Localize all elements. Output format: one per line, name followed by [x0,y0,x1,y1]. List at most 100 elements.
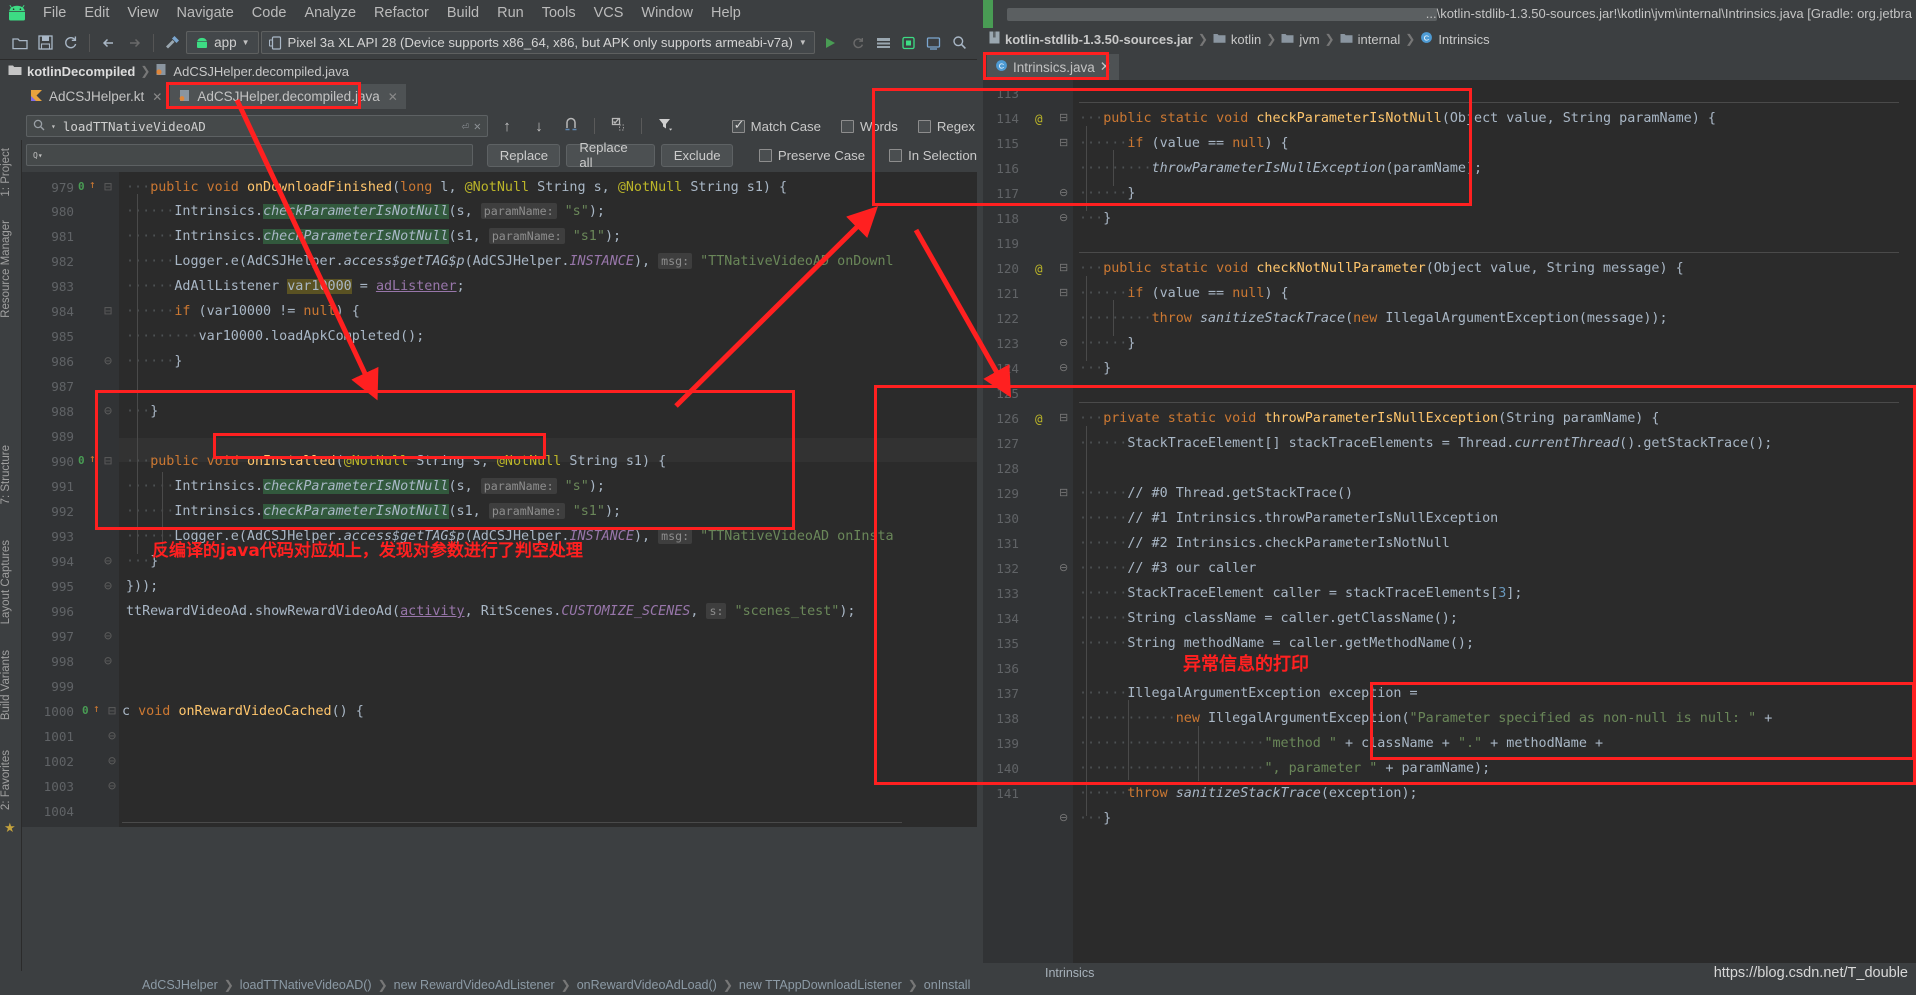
editor-tab-kotlin[interactable]: AdCSJHelper.kt ✕ [22,84,170,109]
fold-collapse-icon[interactable]: ⊟ [104,180,112,195]
chevron-down-icon[interactable]: ▼ [242,38,250,47]
bc-oninstall[interactable]: onInstall [924,978,971,992]
layout-inspector-icon[interactable] [872,31,895,55]
run-marker-icon[interactable]: 0 [78,454,85,467]
rbc-jvm[interactable]: jvm [1299,32,1319,47]
rbc-class[interactable]: Intrinsics [1438,32,1489,47]
replace-all-button[interactable]: Replace all [566,140,656,170]
match-case-option[interactable]: Match Case [731,117,821,134]
menu-analyze[interactable]: Analyze [295,3,365,23]
menu-code[interactable]: Code [243,3,296,23]
menu-help[interactable]: Help [702,3,750,23]
right-code-editor[interactable]: 113 114 @ ⊟ ···public static void checkP… [983,80,1916,980]
menu-edit[interactable]: Edit [75,3,118,23]
replace-input[interactable]: Q▾ [26,144,474,166]
fold-end-icon[interactable]: ⊖ [1059,336,1068,349]
prev-occurrence-icon[interactable]: ↑ [494,118,520,135]
device-chevron-down-icon[interactable]: ▼ [799,38,807,47]
fold-collapse-icon[interactable]: ⊟ [1059,411,1068,424]
menu-run[interactable]: Run [488,3,533,23]
search-input[interactable]: ▾ loadTTNativeVideoAD ⏎ ✕ [26,115,488,137]
replace-history-chevron-icon[interactable]: Q▾ [33,151,43,160]
bc-dl-listener[interactable]: new TTAppDownloadListener [739,978,902,992]
fold-end-icon[interactable]: ⊖ [1059,811,1068,824]
back-arrow-icon[interactable] [97,31,120,55]
run-arrow-icon[interactable]: ↑ [89,452,96,465]
fold-end-icon[interactable]: ⊖ [104,354,112,369]
rbc-jar[interactable]: kotlin-stdlib-1.3.50-sources.jar [1005,32,1193,47]
sdk-manager-icon[interactable] [922,31,945,55]
fold-collapse-icon[interactable]: ⊟ [1059,111,1068,124]
open-folder-icon[interactable] [8,31,31,55]
clear-icon[interactable]: ✕ [474,119,481,133]
replace-button[interactable]: Replace [487,143,561,167]
words-checkbox[interactable] [841,119,854,133]
preserve-case-checkbox[interactable] [758,148,772,162]
open-in-find-window-icon[interactable] [605,116,631,136]
fold-end-icon[interactable]: ⊖ [104,654,112,669]
fold-end-icon[interactable]: ⊖ [1059,186,1068,199]
fold-end-icon[interactable]: ⊖ [1059,211,1068,224]
device-selector[interactable]: Pixel 3a XL API 28 (Device supports x86_… [260,31,815,54]
bc-listener[interactable]: new RewardVideoAdListener [394,978,555,992]
filter-icon[interactable] [652,116,678,136]
close-icon[interactable]: ✕ [152,90,162,104]
forward-arrow-icon[interactable] [122,31,145,55]
next-occurrence-icon[interactable]: ↓ [526,118,552,135]
preserve-case-option[interactable]: Preserve Case [758,148,865,163]
fold-collapse-icon[interactable]: ⊟ [104,454,112,469]
in-selection-option[interactable]: In Selection [889,148,977,163]
run-marker-icon[interactable]: 0 [82,704,89,717]
menu-build[interactable]: Build [438,3,488,23]
bc-onload[interactable]: onRewardVideoAdLoad() [577,978,717,992]
breadcrumb-file[interactable]: AdCSJHelper.decompiled.java [173,64,349,79]
multiline-icon[interactable]: ⏎ [462,119,469,133]
rbc-internal[interactable]: internal [1358,32,1401,47]
fold-collapse-icon[interactable]: ⊟ [1059,486,1068,499]
rerun-icon[interactable] [846,31,869,55]
run-icon[interactable] [819,31,842,55]
fold-end-icon[interactable]: ⊖ [104,554,112,569]
fold-collapse-icon[interactable]: ⊟ [108,704,116,719]
search-history-chevron-icon[interactable]: ▾ [51,122,56,131]
fold-end-icon[interactable]: ⊖ [104,404,112,419]
fold-end-icon[interactable]: ⊖ [1059,561,1068,574]
menu-window[interactable]: Window [632,3,702,23]
fold-collapse-icon[interactable]: ⊟ [1059,136,1068,149]
menu-navigate[interactable]: Navigate [168,3,243,23]
run-arrow-icon[interactable]: ↑ [93,702,100,715]
words-option[interactable]: Words [841,119,898,134]
breadcrumb-module[interactable]: kotlinDecompiled [27,64,135,79]
rbc-kotlin[interactable]: kotlin [1231,32,1261,47]
search-everywhere-icon[interactable] [948,31,971,55]
close-icon[interactable]: ✕ [388,90,398,104]
avd-manager-icon[interactable] [897,31,920,55]
menu-vcs[interactable]: VCS [585,3,633,23]
save-all-icon[interactable] [33,31,56,55]
select-all-occurrences-icon[interactable] [558,116,584,136]
bc-class[interactable]: AdCSJHelper [142,978,218,992]
fold-end-icon[interactable]: ⊖ [108,729,116,744]
left-code-editor[interactable]: 979 0 ↑ ⊟ ···public void onDownloadFinis… [22,172,977,827]
sidebar-item-project[interactable]: 1: Project [0,148,22,197]
bc-method[interactable]: loadTTNativeVideoAD() [240,978,372,992]
sidebar-item-build-variants[interactable]: Build Variants [0,650,22,720]
exclude-button[interactable]: Exclude [661,143,733,167]
build-hammer-icon[interactable] [161,31,184,55]
fold-end-icon[interactable]: ⊖ [108,779,116,794]
menu-file[interactable]: File [34,3,75,23]
fold-end-icon[interactable]: ⊖ [108,754,116,769]
menu-view[interactable]: View [118,3,167,23]
run-configuration-selector[interactable]: app ▼ [186,31,259,54]
fold-collapse-icon[interactable]: ⊟ [1059,286,1068,299]
regex-checkbox[interactable] [917,119,931,133]
sync-project-icon[interactable] [59,31,82,55]
fold-end-icon[interactable]: ⊖ [104,629,112,644]
sidebar-item-resource-manager[interactable]: Resource Manager [0,220,22,318]
menu-tools[interactable]: Tools [533,3,585,23]
sidebar-item-structure[interactable]: 7: Structure [0,445,22,504]
sidebar-item-layout-captures[interactable]: Layout Captures [0,540,22,624]
fold-collapse-icon[interactable]: ⊟ [104,304,112,319]
sidebar-item-favorites[interactable]: 2: Favorites [0,750,22,810]
run-marker-icon[interactable]: 0 [78,180,85,193]
